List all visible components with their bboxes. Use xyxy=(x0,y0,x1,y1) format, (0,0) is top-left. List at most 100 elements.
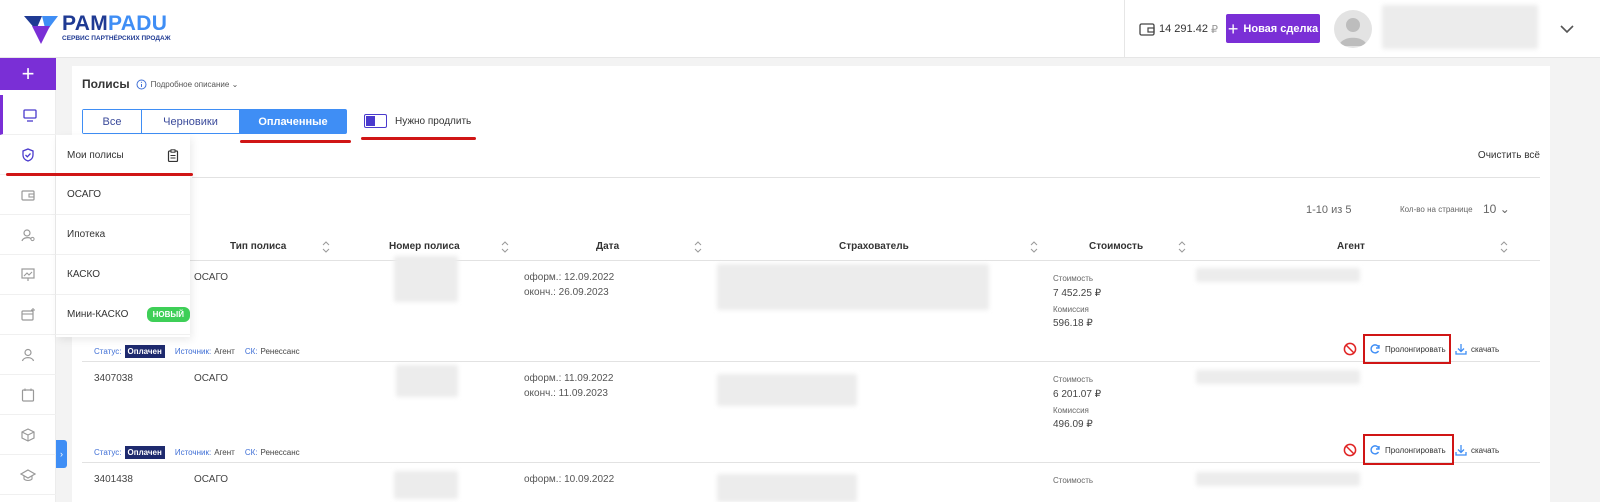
source-value: Агент xyxy=(214,347,235,356)
new-deal-button[interactable]: + Новая сделка xyxy=(1226,14,1320,43)
sidebar-item-calendar[interactable] xyxy=(0,375,56,415)
description-link-label: Подробное описание xyxy=(150,79,230,89)
chevron-right-icon: › xyxy=(60,449,63,459)
sort-icon[interactable] xyxy=(694,240,702,254)
status-tabs: Все Черновики Оплаченные xyxy=(82,109,347,134)
toggle-switch[interactable] xyxy=(364,114,387,128)
shield-check-icon xyxy=(22,147,34,162)
policy-number-redacted xyxy=(394,471,458,499)
issue-date: оформ.: 11.09.2022 xyxy=(524,373,614,384)
sidebar-item-payments[interactable] xyxy=(0,295,56,335)
sort-icon[interactable] xyxy=(501,240,509,254)
source-key: Источник: xyxy=(174,347,212,356)
sidebar-nav: + xyxy=(0,58,56,502)
per-page-select[interactable]: 10 ⌄ xyxy=(1483,202,1510,216)
policy-type: ОСАГО xyxy=(194,373,229,384)
filter-divider xyxy=(192,177,1540,178)
highlight-box-prolong-2 xyxy=(1363,434,1454,465)
policyholder-redacted xyxy=(717,264,989,310)
flyout-item-kasko[interactable]: КАСКО xyxy=(56,255,190,295)
sidebar-item-clients[interactable] xyxy=(0,215,56,255)
box-icon xyxy=(21,427,35,442)
flyout-item-osago[interactable]: ОСАГО xyxy=(56,175,190,215)
info-icon[interactable] xyxy=(136,79,147,90)
sort-icon[interactable] xyxy=(1500,240,1508,254)
sidebar-item-profile[interactable] xyxy=(0,335,56,375)
highlight-underline-needs-renewal xyxy=(361,137,476,140)
commission-value: 596.18 ₽ xyxy=(1053,318,1093,329)
policies-panel: Полисы Подробное описание ⌄ Все Черновик… xyxy=(72,66,1550,502)
commission-value: 496.09 ₽ xyxy=(1053,419,1093,430)
policy-id: 3401438 xyxy=(94,474,133,485)
flyout-item-mortgage[interactable]: Ипотека xyxy=(56,215,190,255)
description-link[interactable]: Подробное описание ⌄ xyxy=(151,80,239,89)
sidebar-item-products[interactable] xyxy=(0,415,56,455)
row-divider xyxy=(82,462,1540,463)
insurer-key: СК: xyxy=(244,448,258,457)
column-header-date: Дата xyxy=(596,241,620,252)
user-info-redacted xyxy=(1382,5,1538,49)
column-header-agent: Агент xyxy=(1337,241,1365,252)
download-icon xyxy=(1455,445,1467,456)
flyout-item-mini-kasko[interactable]: Мини-КАСКО НОВЫЙ xyxy=(56,295,190,335)
agent-redacted xyxy=(1196,472,1360,486)
sort-icon[interactable] xyxy=(1178,240,1186,254)
needs-renewal-toggle[interactable]: Нужно продлить xyxy=(364,114,471,128)
issue-date: оформ.: 10.09.2022 xyxy=(524,474,615,485)
tab-drafts[interactable]: Черновики xyxy=(142,110,240,133)
sidebar-item-education[interactable] xyxy=(0,455,56,495)
highlight-box-prolong-1 xyxy=(1363,334,1451,364)
sort-icon[interactable] xyxy=(322,240,330,254)
plus-icon: + xyxy=(1227,18,1239,39)
sort-icon[interactable] xyxy=(1030,240,1038,254)
clipboard-icon xyxy=(167,148,179,162)
clear-all-button[interactable]: Очистить всё xyxy=(1478,150,1540,161)
policy-type: ОСАГО xyxy=(194,474,229,485)
chevron-down-icon: ⌄ xyxy=(231,79,239,89)
policy-number-redacted xyxy=(394,256,458,302)
balance-amount: 14 291.42 xyxy=(1159,23,1208,35)
avatar[interactable] xyxy=(1334,10,1372,48)
balance-currency: ₽ xyxy=(1210,23,1218,36)
cancel-policy-icon[interactable] xyxy=(1343,342,1357,356)
column-header-cost: Стоимость xyxy=(1089,241,1144,252)
policy-number-redacted xyxy=(396,365,458,397)
wallet-icon xyxy=(1139,23,1155,36)
toggle-knob xyxy=(366,116,375,126)
sidebar-add-button[interactable]: + xyxy=(0,58,56,90)
cancel-policy-icon[interactable] xyxy=(1343,443,1357,457)
download-button[interactable]: скачать xyxy=(1455,343,1499,355)
tab-all[interactable]: Все xyxy=(83,110,142,133)
wallet-icon xyxy=(21,189,35,201)
policyholder-redacted xyxy=(717,474,857,502)
chevron-down-icon[interactable] xyxy=(1558,20,1576,38)
page-title: Полисы xyxy=(82,77,130,91)
highlight-underline-my-policies xyxy=(6,173,193,176)
download-button[interactable]: скачать xyxy=(1455,444,1499,456)
per-page-label: Кол-во на странице xyxy=(1400,205,1473,214)
sidebar-item-wallet[interactable] xyxy=(0,175,56,215)
flyout-item-my-policies[interactable]: Мои полисы xyxy=(56,135,190,175)
flyout-item-label: Мои полисы xyxy=(67,149,124,161)
column-header-type: Тип полиса xyxy=(230,241,287,252)
sidebar-item-dashboard[interactable] xyxy=(0,95,56,135)
sidebar-item-presentation[interactable] xyxy=(0,255,56,295)
user-search-icon xyxy=(21,228,35,241)
brand-name-part2: PADU xyxy=(108,12,168,35)
end-date: оконч.: 26.09.2023 xyxy=(524,287,609,298)
download-label: скачать xyxy=(1471,445,1500,455)
sidebar-item-policies[interactable] xyxy=(0,135,56,175)
balance-widget[interactable]: 14 291.42 ₽ xyxy=(1124,0,1232,58)
end-date: оконч.: 11.09.2023 xyxy=(524,388,608,399)
tab-paid[interactable]: Оплаченные xyxy=(240,110,346,133)
new-deal-label: Новая сделка xyxy=(1243,22,1319,35)
brand-logo[interactable]: PAMPADU СЕРВИС ПАРТНЁРСКИХ ПРОДАЖ xyxy=(22,10,192,46)
graduation-cap-icon xyxy=(20,468,36,481)
column-header-policyholder: Страхователь xyxy=(839,241,909,252)
new-badge: НОВЫЙ xyxy=(146,307,190,322)
insurer-value: Ренессанс xyxy=(260,448,300,457)
issue-date: оформ.: 12.09.2022 xyxy=(524,272,615,283)
download-icon xyxy=(1455,344,1467,355)
sidebar-expand-button[interactable]: › xyxy=(56,440,67,468)
status-line: Статус: Оплачен Источник: Агент СК: Рене… xyxy=(94,345,310,358)
